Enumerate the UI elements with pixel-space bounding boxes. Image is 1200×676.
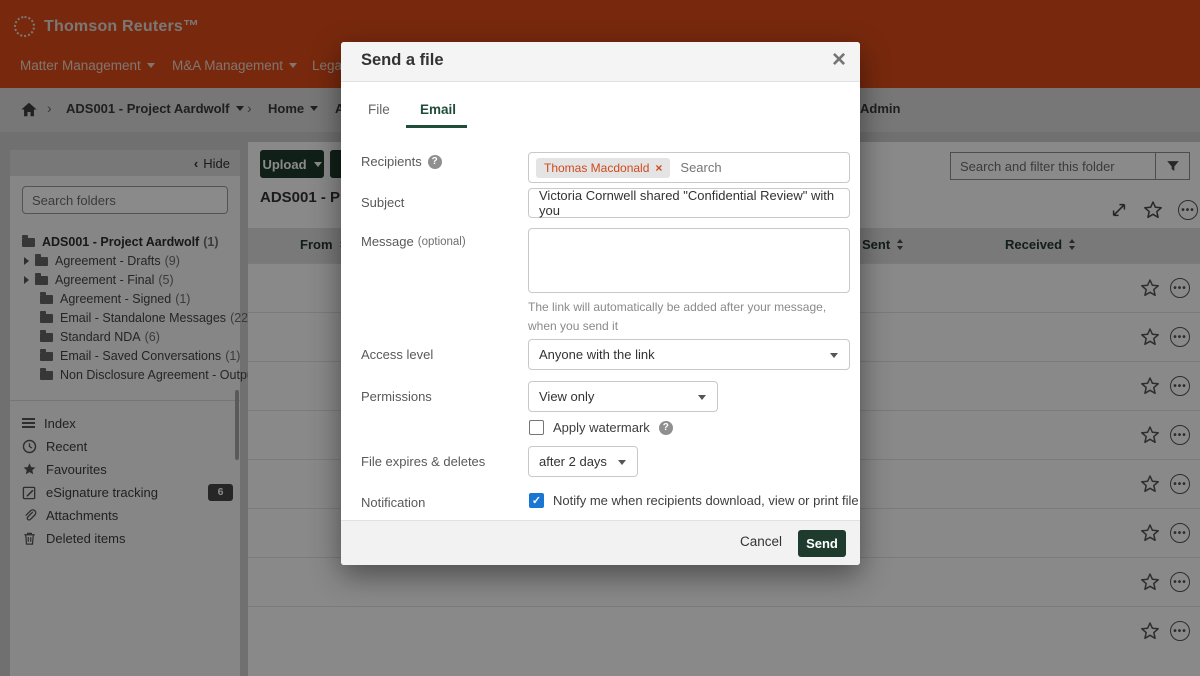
notify-checkbox-row[interactable]: ✓ Notify me when recipients download, vi… <box>529 493 859 508</box>
message-textarea[interactable] <box>528 228 850 293</box>
modal-footer: Cancel Send <box>341 520 860 565</box>
subject-label: Subject <box>361 195 404 210</box>
send-button[interactable]: Send <box>798 530 846 557</box>
message-label: Message (optional) <box>361 234 466 249</box>
active-tab-underline <box>406 125 467 128</box>
chevron-down-icon <box>698 395 706 400</box>
tab-email[interactable]: Email <box>420 102 456 117</box>
app-root: Thomson Reuters™ Matter Management M&A M… <box>0 0 1200 676</box>
close-icon[interactable]: × <box>832 46 846 74</box>
cancel-button[interactable]: Cancel <box>740 534 782 549</box>
remove-recipient-icon[interactable]: × <box>655 161 662 175</box>
subject-input[interactable]: Victoria Cornwell shared "Confidential R… <box>528 188 850 218</box>
tab-file[interactable]: File <box>368 102 390 117</box>
chevron-down-icon <box>830 353 838 358</box>
recipients-label: Recipients ? <box>361 154 442 169</box>
recipient-chip: Thomas Macdonald × <box>536 158 670 178</box>
access-level-label: Access level <box>361 347 433 362</box>
recipients-input[interactable]: Thomas Macdonald × Search <box>528 152 850 183</box>
apply-watermark-checkbox-row[interactable]: Apply watermark ? <box>529 420 673 435</box>
expires-select[interactable]: after 2 days <box>528 446 638 477</box>
help-icon[interactable]: ? <box>428 155 442 169</box>
send-a-file-modal: Send a file × File Email Recipients ? Th… <box>341 42 860 565</box>
message-helper-text: The link will automatically be added aft… <box>528 298 850 335</box>
notification-label: Notification <box>361 495 425 510</box>
permissions-select[interactable]: View only <box>528 381 718 412</box>
modal-title: Send a file <box>361 51 444 70</box>
permissions-label: Permissions <box>361 389 432 404</box>
chevron-down-icon <box>618 460 626 465</box>
expires-label: File expires & deletes <box>361 454 485 469</box>
recipients-placeholder: Search <box>680 160 721 175</box>
access-level-select[interactable]: Anyone with the link <box>528 339 850 370</box>
help-icon[interactable]: ? <box>659 421 673 435</box>
checkbox-checked[interactable]: ✓ <box>529 493 544 508</box>
modal-header: Send a file × <box>341 42 860 82</box>
checkbox-unchecked[interactable] <box>529 420 544 435</box>
